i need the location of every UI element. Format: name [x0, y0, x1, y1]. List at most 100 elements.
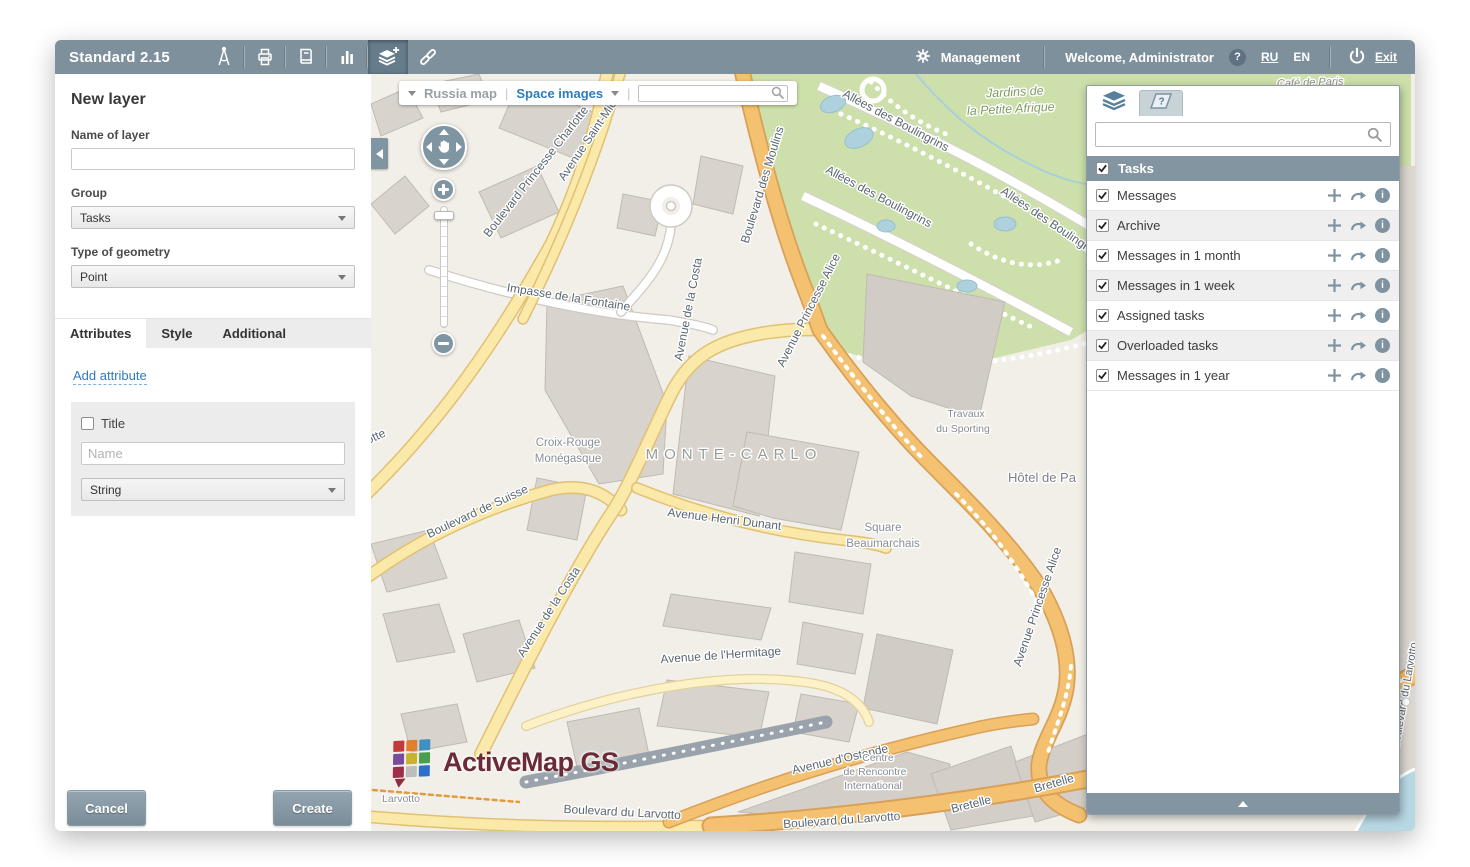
svg-text:Hôtel de Pa: Hôtel de Pa [1008, 470, 1077, 485]
layer-checkbox[interactable] [1096, 189, 1109, 202]
layers-icon [1101, 89, 1127, 116]
name-of-layer-label: Name of layer [71, 128, 355, 142]
add-icon[interactable] [1326, 219, 1342, 232]
add-icon[interactable] [1326, 339, 1342, 352]
geometry-select[interactable]: Point [71, 265, 355, 288]
layer-checkbox[interactable] [1096, 339, 1109, 352]
measure-tool-button[interactable] [204, 40, 244, 74]
layer-checkbox[interactable] [1096, 219, 1109, 232]
basemap-select[interactable]: Russia map [424, 86, 497, 101]
layer-checkbox[interactable] [1096, 369, 1109, 382]
layer-row[interactable]: Overloaded tasks i [1087, 331, 1399, 361]
share-button[interactable] [408, 40, 448, 74]
layer-row[interactable]: Assigned tasks i [1087, 301, 1399, 331]
info-icon[interactable]: i [1375, 278, 1390, 293]
lang-en-button[interactable]: EN [1293, 50, 1310, 64]
attribute-type-select[interactable]: String [81, 478, 345, 501]
goto-icon[interactable] [1350, 249, 1367, 262]
goto-icon[interactable] [1350, 339, 1367, 352]
info-icon[interactable]: i [1375, 218, 1390, 233]
zoom-slider[interactable] [440, 206, 448, 328]
panel-collapse-button[interactable] [1087, 793, 1399, 814]
zoom-slider-handle[interactable] [434, 211, 454, 220]
zoom-in-button[interactable] [432, 178, 455, 201]
group-label: Group [71, 186, 355, 200]
journal-icon [295, 46, 317, 68]
chevron-down-icon [328, 488, 336, 493]
goto-icon[interactable] [1350, 369, 1367, 382]
attribute-name-input[interactable] [81, 442, 345, 465]
create-button[interactable]: Create [273, 790, 352, 826]
add-layer-button[interactable] [368, 40, 408, 74]
chevron-left-icon [376, 149, 383, 159]
geometry-select-value: Point [80, 270, 107, 284]
info-icon[interactable]: i [1375, 248, 1390, 263]
map-attribution: ActiveMap GS [393, 740, 619, 784]
help-button[interactable]: ? [1229, 49, 1246, 66]
chevron-down-icon[interactable] [408, 91, 416, 96]
layer-checkbox[interactable] [1096, 309, 1109, 322]
goto-icon[interactable] [1350, 279, 1367, 292]
layer-row[interactable]: Messages in 1 week i [1087, 271, 1399, 301]
layer-checkbox[interactable] [1096, 249, 1109, 262]
tab-map-legend[interactable]: ? [1139, 90, 1183, 116]
collapse-panel-button[interactable] [371, 138, 388, 169]
layer-label: Messages in 1 month [1117, 248, 1318, 263]
lang-ru-button[interactable]: RU [1261, 50, 1278, 64]
info-icon[interactable]: i [1375, 188, 1390, 203]
layer-row[interactable]: Messages in 1 year i [1087, 361, 1399, 391]
title-checkbox[interactable] [81, 417, 94, 430]
tab-style[interactable]: Style [146, 319, 207, 348]
layer-row[interactable]: Messages i [1087, 181, 1399, 211]
layer-label: Messages in 1 year [1117, 368, 1318, 383]
svg-text:Centre: Centre [862, 752, 894, 764]
tab-attributes[interactable]: Attributes [55, 319, 146, 348]
add-attribute-link[interactable]: Add attribute [73, 368, 147, 385]
goto-icon[interactable] [1350, 189, 1367, 202]
bar-chart-icon [336, 46, 358, 68]
exit-button[interactable]: Exit [1331, 46, 1415, 69]
layer-label: Messages [1117, 188, 1318, 203]
add-icon[interactable] [1326, 279, 1342, 292]
print-button[interactable] [245, 40, 285, 74]
overlay-select[interactable]: Space images [516, 86, 603, 101]
group-select-value: Tasks [80, 211, 111, 225]
journal-button[interactable] [286, 40, 326, 74]
svg-text:International: International [844, 780, 902, 792]
pan-control[interactable] [421, 124, 467, 170]
cancel-button[interactable]: Cancel [67, 790, 146, 826]
layer-name-input[interactable] [71, 148, 355, 170]
layer-row[interactable]: Messages in 1 month i [1087, 241, 1399, 271]
management-button[interactable]: Management [890, 47, 1044, 68]
svg-text:Larvotto: Larvotto [382, 793, 420, 805]
layer-label: Assigned tasks [1117, 308, 1318, 323]
add-icon[interactable] [1326, 369, 1342, 382]
map-search-input[interactable] [638, 85, 788, 102]
add-icon[interactable] [1326, 249, 1342, 262]
geometry-type-label: Type of geometry [71, 245, 355, 259]
svg-text:de Rencontre: de Rencontre [843, 766, 906, 778]
add-icon[interactable] [1326, 309, 1342, 322]
top-toolbar: Standard 2.15 [55, 40, 1415, 74]
exit-label: Exit [1375, 50, 1397, 64]
chevron-down-icon[interactable] [611, 91, 619, 96]
statistics-button[interactable] [327, 40, 367, 74]
layers-search-input[interactable] [1095, 122, 1391, 147]
goto-icon[interactable] [1350, 219, 1367, 232]
info-icon[interactable]: i [1375, 368, 1390, 383]
info-icon[interactable]: i [1375, 308, 1390, 323]
printer-icon [254, 46, 276, 68]
svg-text:Monégasque: Monégasque [535, 453, 602, 465]
layer-row[interactable]: Archive i [1087, 211, 1399, 241]
group-select[interactable]: Tasks [71, 206, 355, 229]
zoom-out-button[interactable] [432, 332, 455, 355]
tab-additional[interactable]: Additional [207, 319, 301, 348]
group-checkbox[interactable] [1096, 162, 1109, 175]
tab-layers[interactable] [1092, 88, 1136, 116]
goto-icon[interactable] [1350, 309, 1367, 322]
add-icon[interactable] [1326, 189, 1342, 202]
layer-checkbox[interactable] [1096, 279, 1109, 292]
search-icon [771, 86, 784, 99]
hand-icon [436, 137, 453, 160]
info-icon[interactable]: i [1375, 338, 1390, 353]
